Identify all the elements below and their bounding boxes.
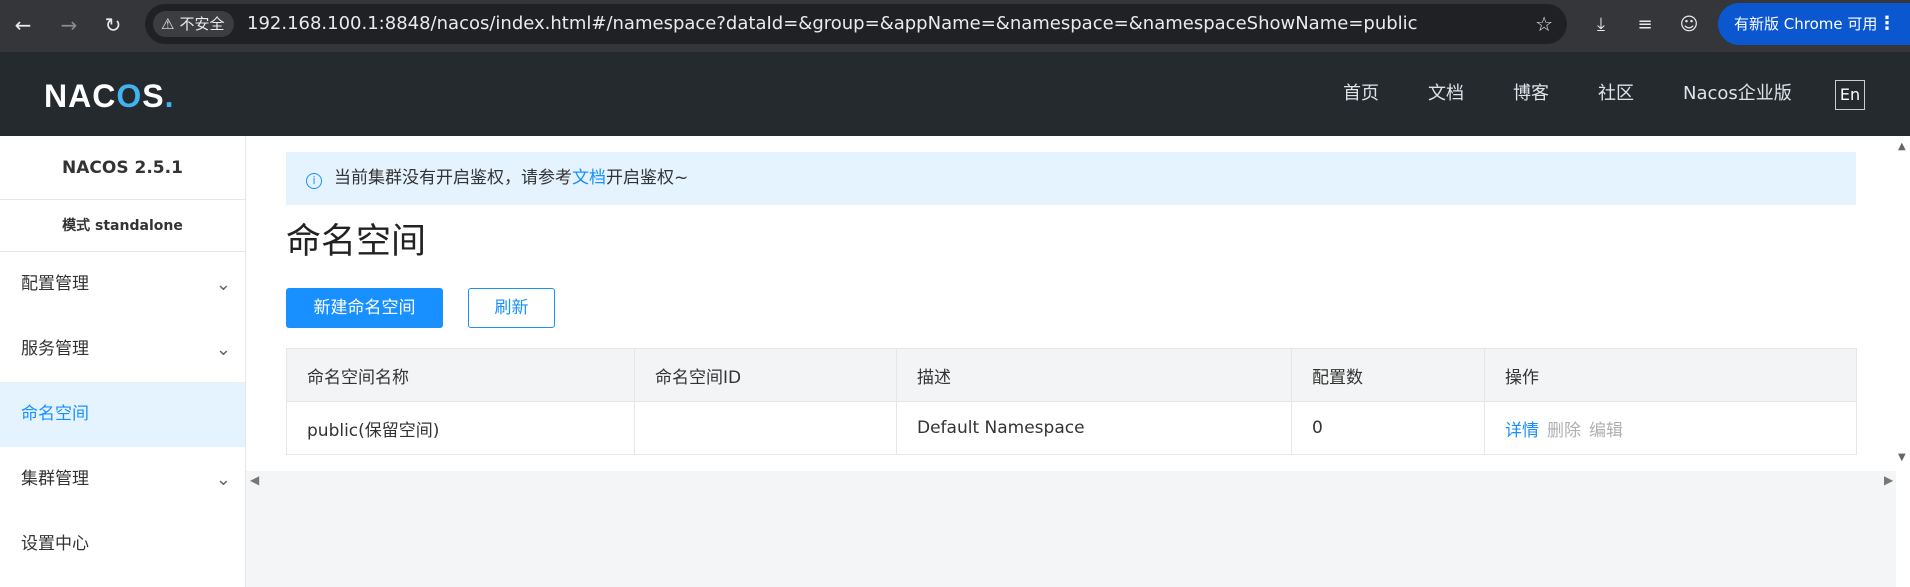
scroll-up-arrow-icon[interactable]: ▲ — [1898, 141, 1906, 152]
bookmark-star-icon[interactable]: ☆ — [1535, 4, 1553, 44]
security-chip[interactable]: ⚠ 不安全 — [153, 11, 235, 37]
sidebar-item-settings-center[interactable]: 设置中心 — [0, 512, 245, 577]
edit-link[interactable]: 编辑 — [1589, 421, 1623, 441]
forward-icon[interactable]: → — [54, 10, 84, 40]
column-header-actions: 操作 — [1484, 348, 1857, 402]
cell-actions: 详情 删除 编辑 — [1484, 401, 1857, 455]
url-text[interactable]: 192.168.100.1:8848/nacos/index.html#/nam… — [247, 4, 1418, 44]
scroll-down-arrow-icon[interactable]: ▼ — [1898, 452, 1906, 463]
scroll-left-arrow-icon[interactable]: ◀ — [250, 473, 259, 487]
sidebar-item-config-management[interactable]: 配置管理 ⌄ — [0, 252, 245, 317]
sidebar-item-label: 命名空间 — [21, 404, 89, 424]
download-icon[interactable]: ⤓ — [1587, 11, 1615, 39]
security-label: 不安全 — [179, 15, 225, 33]
sidebar: NACOS 2.5.1 模式 standalone 配置管理 ⌄ 服务管理 ⌄ … — [0, 136, 246, 587]
column-header-name: 命名空间名称 — [286, 348, 635, 402]
cell-config-count: 0 — [1291, 401, 1485, 455]
refresh-button[interactable]: 刷新 — [468, 288, 555, 328]
nav-enterprise[interactable]: Nacos企业版 — [1683, 52, 1792, 136]
cell-namespace-id — [634, 401, 897, 455]
reload-icon[interactable]: ↻ — [98, 10, 128, 40]
sidebar-item-cluster-management[interactable]: 集群管理 ⌄ — [0, 447, 245, 512]
warning-icon: ⚠ — [161, 15, 175, 33]
chevron-down-icon: ⌄ — [215, 339, 231, 360]
version-label: NACOS 2.5.1 — [0, 136, 245, 200]
sidebar-item-label: 集群管理 — [21, 469, 89, 489]
column-header-id: 命名空间ID — [634, 348, 897, 402]
namespace-table: 命名空间名称 命名空间ID 描述 配置数 操作 public(保留空间) Def… — [286, 348, 1857, 455]
sidebar-item-label: 设置中心 — [21, 534, 89, 554]
address-bar[interactable]: ⚠ 不安全 192.168.100.1:8848/nacos/index.html… — [145, 4, 1567, 44]
main-content: i 当前集群没有开启鉴权，请参考文档开启鉴权~ 命名空间 新建命名空间 刷新 命名… — [246, 136, 1896, 587]
chevron-down-icon: ⌄ — [215, 274, 231, 295]
sidebar-item-label: 配置管理 — [21, 274, 89, 294]
column-header-config-count: 配置数 — [1291, 348, 1485, 402]
table-header-row: 命名空间名称 命名空间ID 描述 配置数 操作 — [286, 348, 1857, 402]
nacos-logo[interactable]: NACOS. — [44, 78, 174, 115]
nav-blog[interactable]: 博客 — [1513, 52, 1549, 136]
more-menu-icon[interactable]: ⋮ — [1878, 3, 1896, 45]
auth-notice: i 当前集群没有开启鉴权，请参考文档开启鉴权~ — [286, 152, 1856, 205]
back-icon[interactable]: ← — [8, 10, 38, 40]
browser-toolbar: ← → ↻ ⚠ 不安全 192.168.100.1:8848/nacos/inde… — [0, 0, 1910, 52]
cell-namespace-name: public(保留空间) — [286, 401, 635, 455]
notice-suffix: 开启鉴权~ — [606, 168, 689, 188]
sidebar-item-service-management[interactable]: 服务管理 ⌄ — [0, 317, 245, 382]
notice-doc-link[interactable]: 文档 — [572, 168, 606, 188]
create-namespace-button[interactable]: 新建命名空间 — [286, 288, 443, 328]
profile-icon[interactable]: ☺ — [1675, 11, 1703, 39]
notice-prefix: 当前集群没有开启鉴权，请参考 — [334, 168, 572, 188]
content-panel: i 当前集群没有开启鉴权，请参考文档开启鉴权~ 命名空间 新建命名空间 刷新 命名… — [246, 136, 1896, 471]
sidebar-item-label: 服务管理 — [21, 339, 89, 359]
chevron-down-icon: ⌄ — [215, 469, 231, 490]
nav-docs[interactable]: 文档 — [1428, 52, 1464, 136]
mode-label: 模式 standalone — [0, 200, 245, 252]
update-label: 有新版 Chrome 可用 — [1734, 15, 1878, 33]
scroll-right-arrow-icon[interactable]: ▶ — [1884, 473, 1893, 487]
nav-community[interactable]: 社区 — [1598, 52, 1634, 136]
media-queue-icon[interactable]: ≡ — [1631, 11, 1659, 39]
chrome-update-button[interactable]: 有新版 Chrome 可用 ⋮ — [1718, 3, 1910, 45]
page-title: 命名空间 — [286, 222, 427, 262]
detail-link[interactable]: 详情 — [1505, 421, 1539, 441]
table-row: public(保留空间) Default Namespace 0 详情 删除 编辑 — [286, 401, 1857, 455]
nav-home[interactable]: 首页 — [1343, 52, 1379, 136]
delete-link[interactable]: 删除 — [1547, 421, 1581, 441]
column-header-description: 描述 — [896, 348, 1292, 402]
sidebar-item-namespace[interactable]: 命名空间 — [0, 382, 245, 447]
language-switch-button[interactable]: En — [1835, 80, 1865, 110]
info-icon: i — [306, 173, 322, 189]
app-header: NACOS. 首页 文档 博客 社区 Nacos企业版 En — [0, 52, 1910, 136]
cell-description: Default Namespace — [896, 401, 1292, 455]
